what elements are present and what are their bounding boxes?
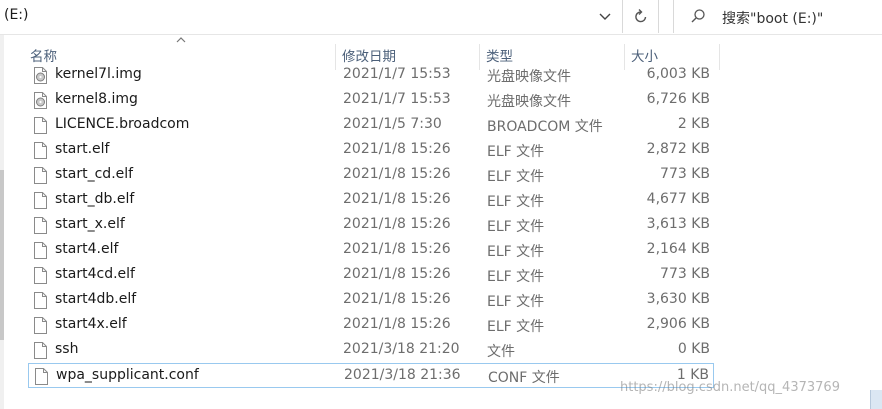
address-bar[interactable]: (E:) [0,0,623,33]
file-name: LICENCE.broadcom [55,116,190,132]
file-row[interactable]: LICENCE.broadcom 2021/1/5 7:30 BROADCOM 文件… [28,113,714,138]
file-modified-date: 2021/1/8 15:26 [343,191,451,207]
file-type: ELF 文件 [487,269,545,285]
file-modified-date: 2021/1/8 15:26 [343,266,451,282]
details-view-icon[interactable] [870,390,882,409]
file-type: ELF 文件 [487,219,545,235]
file-row[interactable]: start4.elf 2021/1/8 15:26 ELF 文件 2,164 KB [28,238,714,263]
file-type: ELF 文件 [487,194,545,210]
sort-ascending-icon [176,37,186,43]
toolbar: (E:) 搜索"boot (E:)" [0,0,882,35]
file-size: 6,003 KB [646,66,710,82]
file-size: 2,906 KB [646,316,710,332]
file-row[interactable]: kernel8.img 2021/1/7 15:53 光盘映像文件 6,726 KB [28,88,714,113]
chevron-down-icon[interactable] [597,8,613,24]
file-type: ELF 文件 [487,169,545,185]
file-row[interactable]: start4x.elf 2021/1/8 15:26 ELF 文件 2,906 KB [28,313,714,338]
file-icon [35,368,48,385]
refresh-button[interactable] [623,0,659,33]
file-size: 2 KB [677,116,710,132]
file-modified-date: 2021/1/5 7:30 [343,116,442,132]
file-modified-date: 2021/1/8 15:26 [343,141,451,157]
file-name: kernel8.img [55,91,138,107]
file-size: 2,872 KB [646,141,710,157]
file-row[interactable]: kernel7l.img 2021/1/7 15:53 光盘映像文件 6,003 KB [28,63,714,88]
watermark-text: https://blog.csdn.net/qq_4373769 [620,380,840,395]
file-size: 3,630 KB [646,291,710,307]
refresh-icon [635,9,647,23]
file-name: start_cd.elf [55,166,134,182]
file-type: 光盘映像文件 [487,69,571,85]
file-type: BROADCOM 文件 [487,119,603,135]
file-type: CONF 文件 [488,370,560,386]
file-icon [34,267,47,284]
file-icon [34,192,47,209]
file-name: start_x.elf [55,216,125,232]
file-row[interactable]: start4cd.elf 2021/1/8 15:26 ELF 文件 773 KB [28,263,714,288]
file-icon [34,217,47,234]
file-modified-date: 2021/1/8 15:26 [343,216,451,232]
file-type: 文件 [487,344,515,360]
file-icon [34,242,47,259]
disc-image-icon [34,92,47,109]
file-name: start4cd.elf [55,266,135,282]
file-name: start_db.elf [55,191,135,207]
file-type: ELF 文件 [487,294,545,310]
file-name: ssh [55,341,79,357]
file-icon [34,142,47,159]
file-modified-date: 2021/3/18 21:36 [344,367,461,383]
file-list: kernel7l.img 2021/1/7 15:53 光盘映像文件 6,003 KB… [0,62,882,409]
file-modified-date: 2021/1/8 15:26 [343,316,451,332]
file-size: 6,726 KB [646,91,710,107]
file-name: start4db.elf [55,291,137,307]
file-size: 2,164 KB [646,241,710,257]
file-size: 773 KB [660,166,710,182]
file-type: ELF 文件 [487,319,545,335]
file-type: 光盘映像文件 [487,94,571,110]
file-row[interactable]: ssh 2021/3/18 21:20 文件 0 KB [28,338,714,363]
file-name: start.elf [55,141,110,157]
file-modified-date: 2021/1/8 15:26 [343,291,451,307]
address-path[interactable]: (E:) [4,7,29,23]
file-row[interactable]: start.elf 2021/1/8 15:26 ELF 文件 2,872 KB [28,138,714,163]
file-row[interactable]: start_x.elf 2021/1/8 15:26 ELF 文件 3,613 KB [28,213,714,238]
file-modified-date: 2021/3/18 21:20 [343,341,460,357]
file-modified-date: 2021/1/7 15:53 [343,66,451,82]
file-icon [34,292,47,309]
file-row[interactable]: start_cd.elf 2021/1/8 15:26 ELF 文件 773 KB [28,163,714,188]
file-name: start4.elf [55,241,119,257]
file-type: ELF 文件 [487,244,545,260]
file-size: 3,613 KB [646,216,710,232]
file-type: ELF 文件 [487,144,545,160]
file-name: kernel7l.img [55,66,142,82]
file-name: start4x.elf [55,316,127,332]
disc-image-icon [34,67,47,84]
file-size: 4,677 KB [646,191,710,207]
file-size: 0 KB [677,341,710,357]
search-box[interactable]: 搜索"boot (E:)" [673,0,882,33]
file-row[interactable]: start_db.elf 2021/1/8 15:26 ELF 文件 4,677 KB [28,188,714,213]
file-icon [34,167,47,184]
search-icon [691,9,705,23]
file-row[interactable]: wpa_supplicant.conf 2021/3/18 21:36 CONF 文… [28,363,714,388]
file-size: 773 KB [660,266,710,282]
file-row[interactable]: start4db.elf 2021/1/8 15:26 ELF 文件 3,630 KB [28,288,714,313]
file-modified-date: 2021/1/7 15:53 [343,91,451,107]
file-icon [34,342,47,359]
file-modified-date: 2021/1/8 15:26 [343,241,451,257]
file-name: wpa_supplicant.conf [56,367,199,383]
file-modified-date: 2021/1/8 15:26 [343,166,451,182]
file-icon [34,317,47,334]
search-input[interactable]: 搜索"boot (E:)" [722,8,823,28]
file-icon [34,117,47,134]
